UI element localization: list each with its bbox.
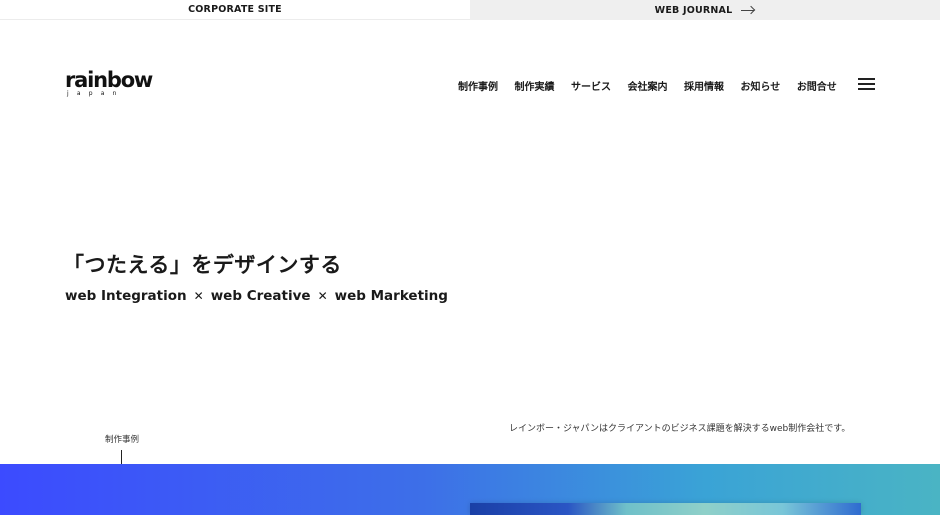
tagline-marketing: web Marketing [334,288,448,304]
site-logo[interactable]: rainbow japan [65,68,153,98]
nav-item-achievements[interactable]: 制作実績 [515,78,555,93]
tagline-separator: ✕ [317,289,328,303]
works-section-label: 制作事例 [105,435,140,445]
tagline-creative: web Creative [210,288,311,304]
global-nav: 制作事例 制作実績 サービス 会社案内 採用情報 お知らせ お問合せ [458,78,853,93]
nav-item-works[interactable]: 制作事例 [458,78,498,93]
logo-wordmark: rainbow [65,68,153,92]
hamburger-menu-icon[interactable] [858,77,876,90]
web-journal-link[interactable]: WEB JOURNAL [470,0,940,20]
corporate-site-link[interactable]: CORPORATE SITE [0,0,470,20]
tagline-integration: web Integration [65,288,187,304]
works-divider-line [121,450,122,465]
arrow-right-icon [741,6,755,14]
hero-headline: 「つたえる」をデザインする [63,253,342,277]
works-thumbnail-image[interactable] [470,503,861,515]
web-journal-label: WEB JOURNAL [654,4,733,16]
tagline-separator: ✕ [193,289,204,303]
company-intro-text: レインボー・ジャパンはクライアントのビジネス課題を解決するweb制作会社です。 [509,424,851,434]
corporate-site-label: CORPORATE SITE [188,4,282,15]
top-bar: CORPORATE SITE WEB JOURNAL [0,0,940,20]
nav-item-company[interactable]: 会社案内 [628,78,668,93]
nav-item-news[interactable]: お知らせ [741,78,781,93]
nav-item-recruit[interactable]: 採用情報 [684,78,724,93]
nav-item-contact[interactable]: お問合せ [797,78,837,93]
nav-item-services[interactable]: サービス [571,78,611,93]
hero-tagline: web Integration ✕ web Creative ✕ web Mar… [65,288,448,304]
